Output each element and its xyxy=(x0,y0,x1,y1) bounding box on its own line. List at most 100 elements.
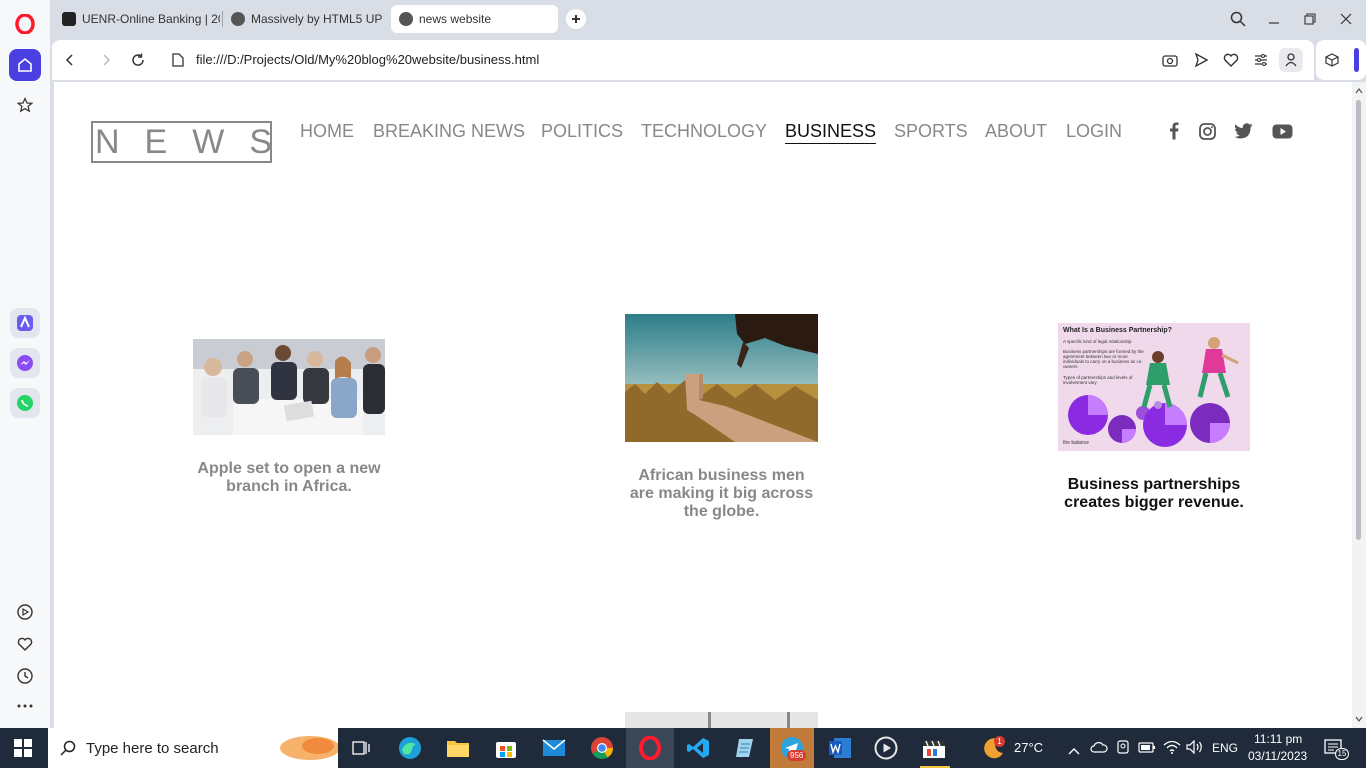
facebook-icon[interactable] xyxy=(1163,120,1185,142)
tab-label: UENR-Online Banking | 20 xyxy=(82,12,220,26)
article-title[interactable]: African business men are making it big a… xyxy=(625,467,818,521)
web-page: NEWS HOME BREAKING NEWS POLITICS TECHNOL… xyxy=(54,82,1352,728)
minimize-icon[interactable] xyxy=(1264,9,1284,29)
send-icon[interactable] xyxy=(1191,50,1211,70)
search-icon xyxy=(60,740,76,756)
microsoft-store-icon[interactable] xyxy=(492,734,520,762)
taskbar-search-box[interactable]: Type here to search xyxy=(48,728,338,768)
youtube-icon[interactable] xyxy=(1271,120,1293,142)
chrome-icon[interactable] xyxy=(588,734,616,762)
nav-business[interactable]: BUSINESS xyxy=(785,121,877,144)
infographic-heading: What Is a Business Partnership? xyxy=(1063,327,1172,334)
globe-icon xyxy=(231,12,245,26)
task-view-icon[interactable] xyxy=(347,734,375,762)
image-detail xyxy=(787,712,790,728)
nav-technology[interactable]: TECHNOLOGY xyxy=(641,121,767,142)
clock-time[interactable]: 11:11 pm xyxy=(1254,732,1302,746)
edge-icon[interactable] xyxy=(396,734,424,762)
infographic-bullet: Business partnerships are formed by the … xyxy=(1063,349,1144,369)
word-icon[interactable] xyxy=(826,734,854,762)
address-bar: file:///D:/Projects/Old/My%20blog%20webs… xyxy=(52,40,1314,80)
file-icon xyxy=(168,50,188,70)
speed-dial-star-icon[interactable] xyxy=(9,89,41,121)
forward-icon[interactable] xyxy=(96,50,116,70)
tab-news-website[interactable]: news website xyxy=(391,5,558,33)
new-tab-plus-icon[interactable] xyxy=(566,9,586,29)
scroll-up-icon[interactable] xyxy=(1355,88,1363,94)
restore-icon[interactable] xyxy=(1300,9,1320,29)
easy-setup-icon[interactable] xyxy=(1251,50,1271,70)
network-cloud-icon[interactable] xyxy=(1090,740,1108,759)
article-image-next[interactable] xyxy=(625,712,818,728)
tab-strip: UENR-Online Banking | 20 Massively by HT… xyxy=(50,0,1366,38)
instagram-icon[interactable] xyxy=(1196,120,1218,142)
article-title[interactable]: Apple set to open a new branch in Africa… xyxy=(193,460,385,496)
back-icon[interactable] xyxy=(60,50,80,70)
bookmark-heart-icon[interactable] xyxy=(1221,50,1241,70)
infographic-bullet: Types of partnerships and levels of invo… xyxy=(1063,375,1133,385)
opera-logo-icon[interactable] xyxy=(9,8,41,40)
article-title[interactable]: Business partnerships creates bigger rev… xyxy=(1058,476,1250,512)
page-scrollbar[interactable] xyxy=(1352,82,1366,728)
extensions-cube-icon[interactable] xyxy=(1322,50,1342,70)
url-field[interactable]: file:///D:/Projects/Old/My%20blog%20webs… xyxy=(196,52,539,67)
search-placeholder: Type here to search xyxy=(86,739,219,757)
media-player-icon[interactable] xyxy=(872,734,900,762)
input-language-label[interactable]: ENG xyxy=(1212,741,1238,755)
home-icon[interactable] xyxy=(9,49,41,81)
snapshot-camera-icon[interactable] xyxy=(1160,50,1180,70)
whatsapp-icon[interactable] xyxy=(10,388,40,418)
aria-icon[interactable] xyxy=(10,308,40,338)
infographic-brand: the balance xyxy=(1063,440,1089,446)
image-detail xyxy=(708,712,711,728)
scroll-down-icon[interactable] xyxy=(1355,716,1363,722)
nav-breaking-news[interactable]: BREAKING NEWS xyxy=(373,121,525,142)
history-icon[interactable] xyxy=(9,660,41,692)
temperature-label[interactable]: 27°C xyxy=(1014,740,1043,755)
reload-icon[interactable] xyxy=(128,50,148,70)
angular-icon xyxy=(62,12,76,26)
telegram-unread-badge: 956 xyxy=(787,750,807,761)
heart-icon[interactable] xyxy=(9,628,41,660)
battery-icon[interactable] xyxy=(1138,740,1156,759)
more-icon[interactable] xyxy=(9,690,41,722)
tab-label: news website xyxy=(419,12,492,26)
opera-sidebar xyxy=(0,0,50,728)
sidebar-toggle-bar[interactable] xyxy=(1354,48,1359,72)
infographic-bullet: A specific kind of legal relationship xyxy=(1063,339,1132,344)
nav-login[interactable]: LOGIN xyxy=(1066,121,1122,142)
wifi-icon[interactable] xyxy=(1163,740,1181,759)
windows-taskbar: Type here to search 956 1 27°C ENG 11:11… xyxy=(0,728,1366,768)
weather-alert-badge: 1 xyxy=(994,736,1005,747)
vscode-icon[interactable] xyxy=(684,734,712,762)
article-image-infographic[interactable]: What Is a Business Partnership? A specif… xyxy=(1058,323,1250,451)
profile-icon[interactable] xyxy=(1279,48,1303,72)
show-hidden-icons-chevron-icon[interactable] xyxy=(1068,742,1080,760)
article-image-meeting[interactable] xyxy=(193,339,385,435)
windows-start-icon[interactable] xyxy=(14,739,32,762)
search-highlight-art xyxy=(280,736,338,760)
opera-taskbar-icon[interactable] xyxy=(636,734,664,762)
nav-about[interactable]: ABOUT xyxy=(985,121,1047,142)
file-explorer-icon[interactable] xyxy=(444,734,472,762)
notepad-icon[interactable] xyxy=(732,734,760,762)
clock-date[interactable]: 03/11/2023 xyxy=(1248,749,1307,763)
extensions-area xyxy=(1316,40,1366,80)
scroll-thumb[interactable] xyxy=(1356,100,1361,540)
messenger-icon[interactable] xyxy=(10,348,40,378)
article-image-hands[interactable] xyxy=(625,314,818,442)
clipchamp-icon[interactable] xyxy=(920,734,948,762)
camera-device-icon[interactable] xyxy=(1116,740,1130,761)
tab-search-icon[interactable] xyxy=(1228,9,1248,29)
player-icon[interactable] xyxy=(9,596,41,628)
nav-home[interactable]: HOME xyxy=(300,121,354,142)
tab-massively[interactable]: Massively by HTML5 UP xyxy=(223,5,383,33)
nav-politics[interactable]: POLITICS xyxy=(541,121,623,142)
nav-sports[interactable]: SPORTS xyxy=(894,121,968,142)
twitter-icon[interactable] xyxy=(1232,120,1254,142)
volume-icon[interactable] xyxy=(1186,739,1204,759)
close-icon[interactable] xyxy=(1336,9,1356,29)
site-logo[interactable]: NEWS xyxy=(91,121,272,163)
mail-icon[interactable] xyxy=(540,734,568,762)
tab-uenr[interactable]: UENR-Online Banking | 20 xyxy=(54,5,220,33)
